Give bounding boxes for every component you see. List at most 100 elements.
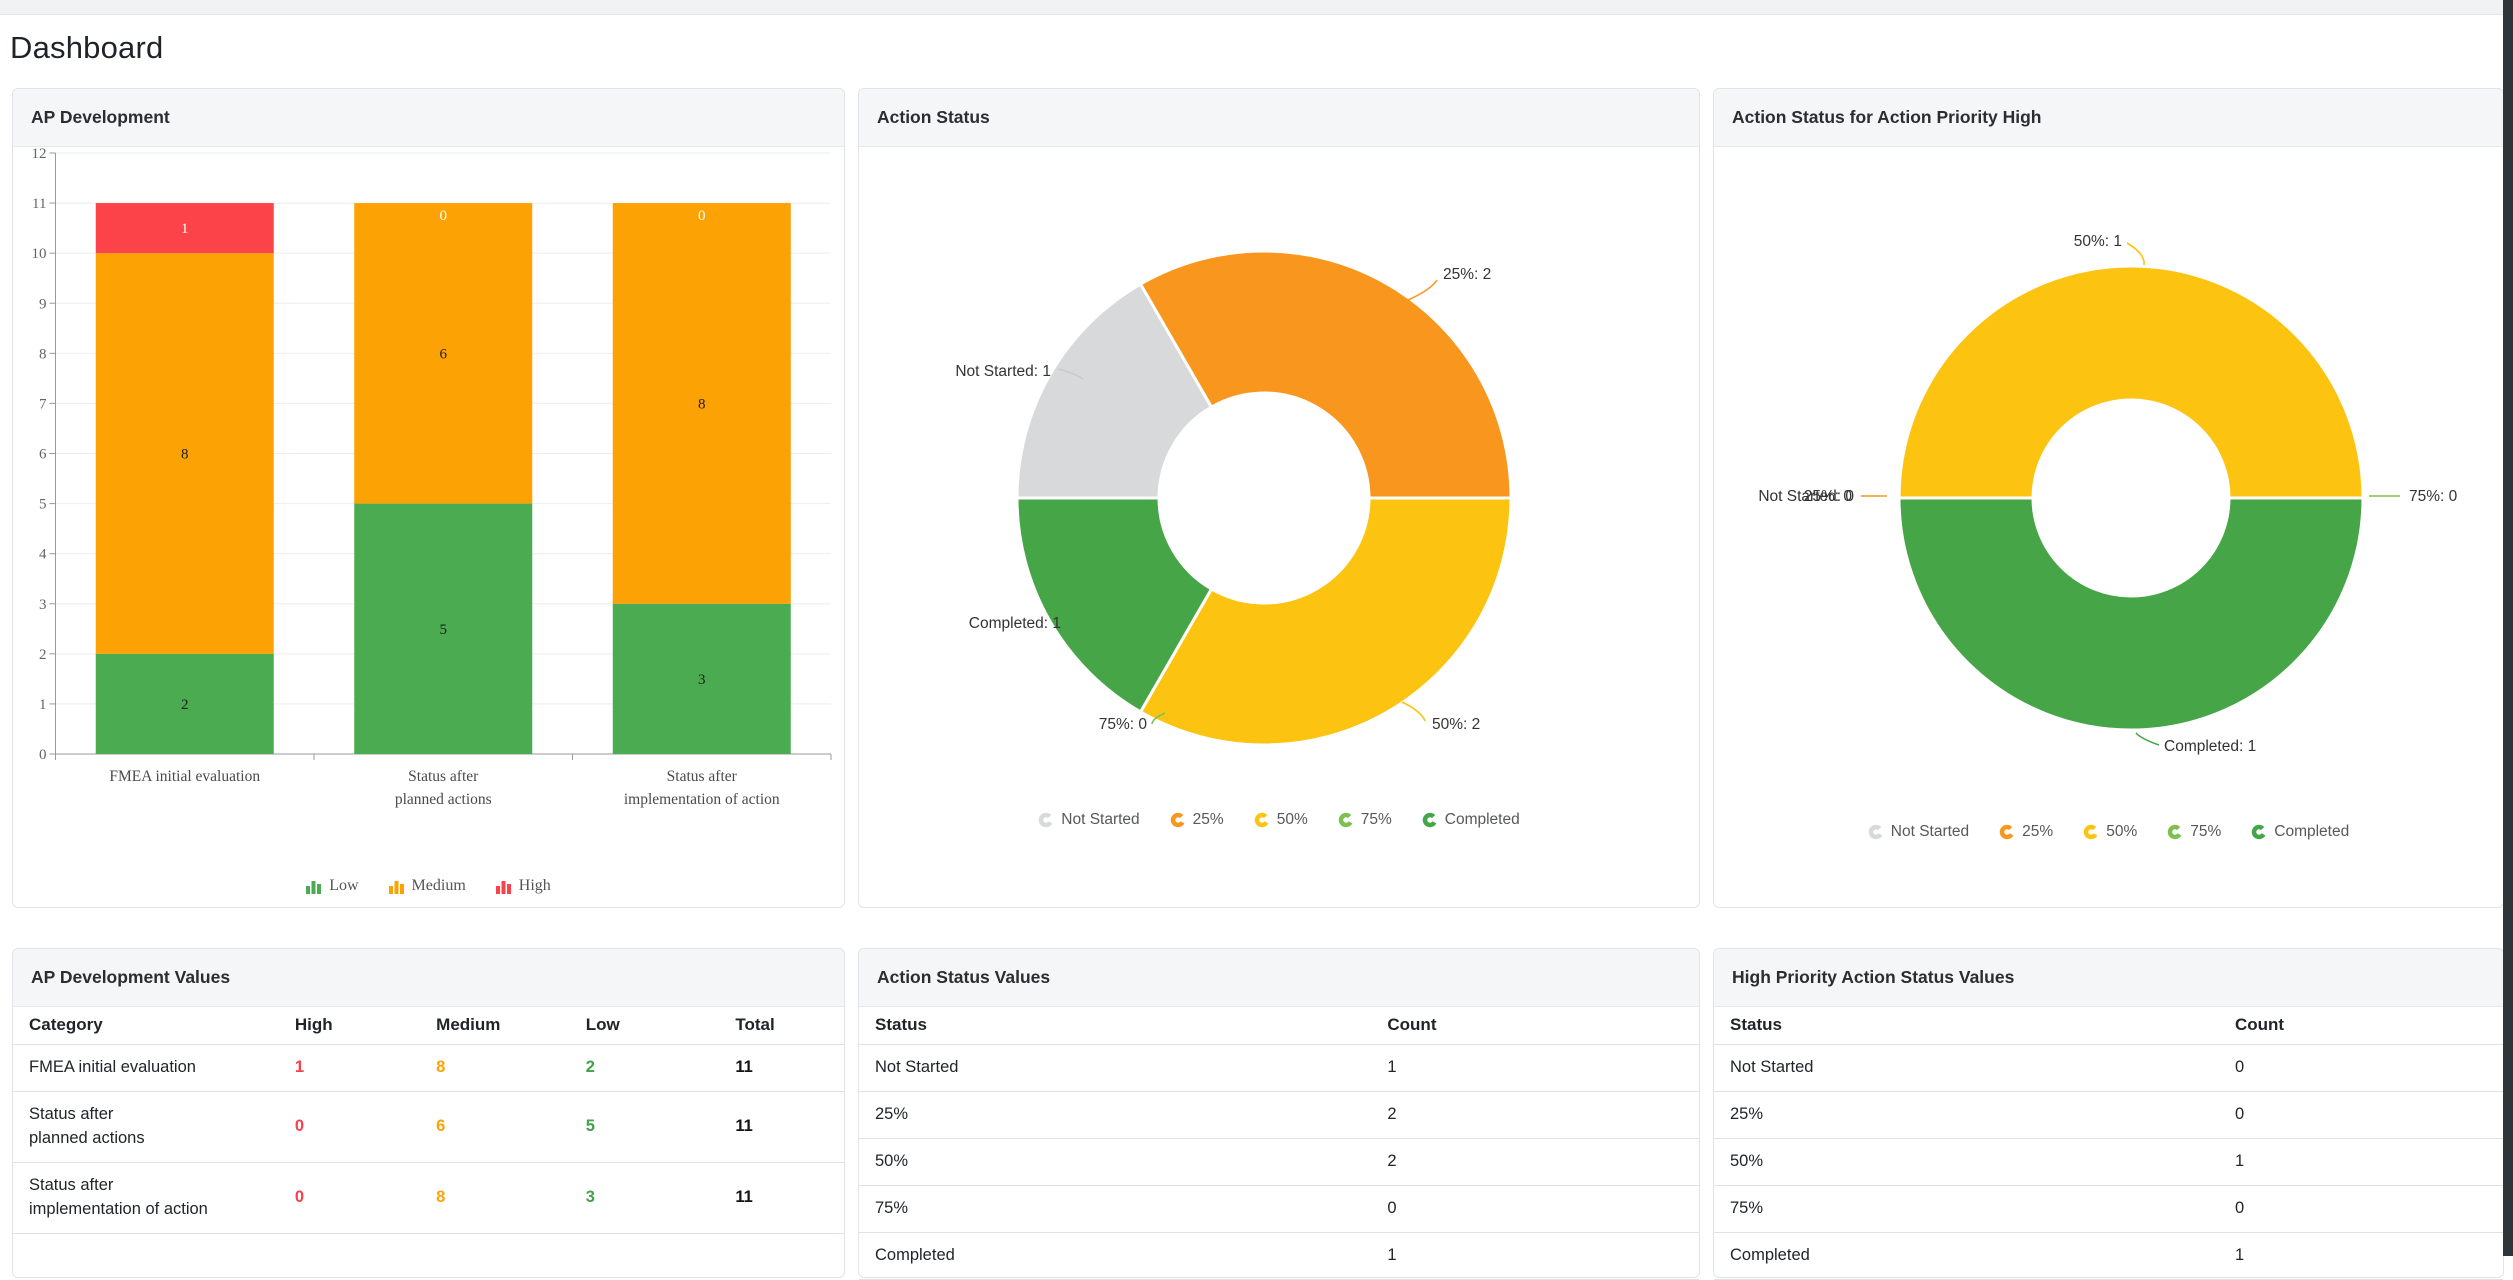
donut-series-icon — [2083, 824, 2099, 840]
legend-item-medium[interactable]: Medium — [389, 877, 466, 895]
legend-item-25pct[interactable]: 25% — [1170, 811, 1224, 829]
donut-point-label: 50%: 1 — [2074, 233, 2122, 250]
top-bar — [0, 0, 2513, 15]
table-cell: 11 — [719, 1091, 844, 1162]
table-cell: 0 — [2219, 1091, 2503, 1138]
table-cell: 25% — [859, 1091, 1371, 1138]
donut-series-icon — [1868, 824, 1884, 840]
table-cell: 6 — [420, 1091, 570, 1162]
donut-point-label: 75%: 0 — [1099, 716, 1148, 733]
table-cell: Not Started — [859, 1045, 1371, 1092]
table-cell: 0 — [2219, 1045, 2503, 1092]
donut-point-label: Not Started: 1 — [955, 363, 1051, 380]
column-header: Total — [719, 1007, 844, 1045]
bar-series-icon — [389, 879, 405, 894]
panel-title-action-status-high: Action Status for Action Priority High — [1714, 89, 2503, 147]
table-cell: 1 — [2219, 1138, 2503, 1185]
column-header: Medium — [420, 1007, 570, 1045]
legend-item-not-started[interactable]: Not Started — [1868, 823, 1969, 841]
donut-point-label: 25%: 2 — [1443, 266, 1491, 283]
high-priority-action-status-values-table: StatusCountNot Started025%050%175%0Compl… — [1714, 1007, 2503, 1280]
table-cell: 11 — [719, 1045, 844, 1092]
panel-title-action-status: Action Status — [859, 89, 1699, 147]
legend-item-not-started[interactable]: Not Started — [1038, 811, 1139, 829]
table-cell: 2 — [570, 1045, 720, 1092]
legend-label: Medium — [412, 877, 466, 895]
legend-item-high[interactable]: High — [496, 877, 551, 895]
panel-title-action-values: Action Status Values — [859, 949, 1699, 1007]
donut-series-icon — [1422, 812, 1438, 828]
donut-series-icon — [2167, 824, 2183, 840]
panel-action-status-high: Action Status for Action Priority High N… — [1713, 88, 2504, 908]
svg-text:0: 0 — [698, 208, 706, 224]
table-cell: Not Started — [1714, 1045, 2219, 1092]
svg-text:9: 9 — [39, 296, 47, 312]
table-row: Not Started1 — [859, 1045, 1699, 1092]
ap-development-stacked-bar-chart[interactable]: 0123456789101112281FMEA initial evaluati… — [13, 147, 846, 847]
table-cell: 0 — [2219, 1185, 2503, 1232]
panel-title-ap-development: AP Development — [13, 89, 844, 147]
svg-text:4: 4 — [39, 547, 47, 563]
table-row: Not Started0 — [1714, 1045, 2503, 1092]
donut-series-icon — [1338, 812, 1354, 828]
right-edge-strip[interactable] — [2503, 0, 2513, 1256]
donut-slice-50pct[interactable] — [1141, 498, 1512, 745]
legend-item-completed[interactable]: Completed — [2251, 823, 2349, 841]
legend-item-completed[interactable]: Completed — [1422, 811, 1520, 829]
donut-slice-50pct[interactable] — [1899, 266, 2363, 498]
legend-label: 25% — [1193, 811, 1224, 829]
table-row: 75%0 — [1714, 1185, 2503, 1232]
svg-text:8: 8 — [698, 396, 706, 412]
table-cell: 50% — [859, 1138, 1371, 1185]
panel-action-status: Action Status Not Started: 1 25%: 2 50%: 2… — [858, 88, 1700, 908]
table-cell: 2 — [1371, 1091, 1699, 1138]
legend-item-75pct[interactable]: 75% — [2167, 823, 2221, 841]
data-table: CategoryHighMediumLowTotalFMEA initial e… — [13, 1007, 844, 1234]
legend-item-75pct[interactable]: 75% — [1338, 811, 1392, 829]
action-status-high-donut-chart[interactable]: Not Started: 025%: 050%: 175%: 0Complete… — [1714, 147, 2503, 817]
table-cell: 8 — [420, 1162, 570, 1233]
table-cell: 0 — [279, 1091, 420, 1162]
legend-label: 75% — [1361, 811, 1392, 829]
legend-label: Not Started — [1061, 811, 1139, 829]
svg-text:10: 10 — [32, 246, 47, 262]
table-cell: Status after planned actions — [13, 1091, 279, 1162]
legend-label: High — [519, 877, 551, 895]
donut-slice-25pct[interactable] — [1141, 251, 1512, 498]
legend-item-50pct[interactable]: 50% — [2083, 823, 2137, 841]
svg-text:12: 12 — [32, 147, 47, 162]
table-header-row: StatusCount — [859, 1007, 1699, 1045]
panel-high-priority-values: High Priority Action Status Values Statu… — [1713, 948, 2504, 1278]
donut-point-label: Completed: 1 — [2164, 738, 2256, 755]
donut-series-icon — [1170, 812, 1186, 828]
donut-point-label: 75%: 0 — [2409, 488, 2458, 505]
legend-item-25pct[interactable]: 25% — [1999, 823, 2053, 841]
legend-item-low[interactable]: Low — [306, 877, 358, 895]
svg-text:8: 8 — [39, 346, 47, 362]
table-cell: 2 — [1371, 1138, 1699, 1185]
svg-text:7: 7 — [39, 396, 47, 412]
table-cell: 5 — [570, 1091, 720, 1162]
table-cell: 75% — [859, 1185, 1371, 1232]
donut-point-label: 50%: 2 — [1432, 716, 1480, 733]
page-title: Dashboard — [10, 30, 163, 66]
column-header: Category — [13, 1007, 279, 1045]
bar-chart-legend: Low Medium High — [13, 877, 844, 895]
donut-series-icon — [2251, 824, 2267, 840]
panel-ap-development-values: AP Development Values CategoryHighMedium… — [12, 948, 845, 1278]
column-header: Count — [1371, 1007, 1699, 1045]
table-cell: 50% — [1714, 1138, 2219, 1185]
action-status-high-legend: Not Started 25% 50% 75% Completed — [1714, 823, 2503, 841]
table-header-row: CategoryHighMediumLowTotal — [13, 1007, 844, 1045]
legend-label: Completed — [1445, 811, 1520, 829]
action-status-donut-chart[interactable]: Not Started: 125%: 250%: 275%: 0Complete… — [859, 147, 1699, 807]
table-cell: 0 — [279, 1162, 420, 1233]
table-cell: 1 — [1371, 1045, 1699, 1092]
panel-title-high-values: High Priority Action Status Values — [1714, 949, 2503, 1007]
legend-item-50pct[interactable]: 50% — [1254, 811, 1308, 829]
data-table: StatusCountNot Started025%050%175%0Compl… — [1714, 1007, 2503, 1280]
donut-slice-completed[interactable] — [1899, 498, 2363, 730]
svg-text:1: 1 — [39, 697, 47, 713]
panel-title-ap-values: AP Development Values — [13, 949, 844, 1007]
svg-text:6: 6 — [440, 346, 448, 362]
